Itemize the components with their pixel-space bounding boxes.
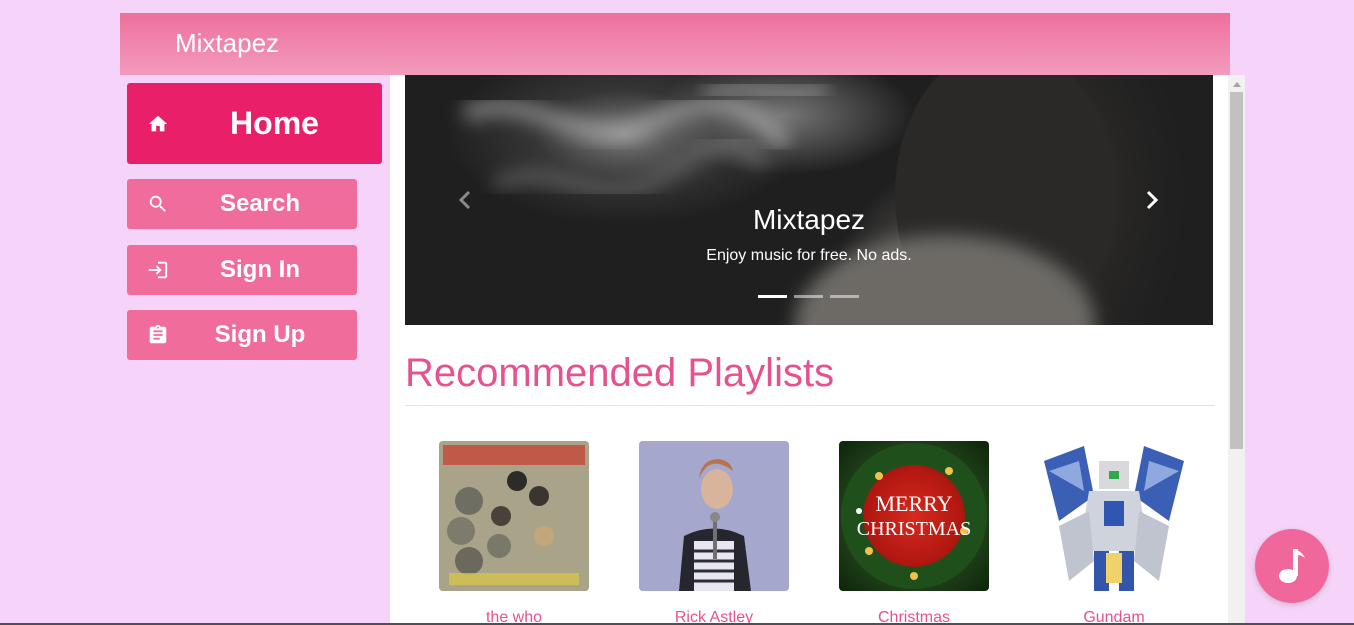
hero-carousel: Mixtapez Enjoy music for free. No ads. — [405, 75, 1213, 325]
playlist-cover-image — [439, 441, 589, 591]
carousel-indicators — [758, 295, 859, 298]
carousel-indicator[interactable] — [794, 295, 823, 298]
playlist-cover-image — [639, 441, 789, 591]
sidebar-item-label: Search — [219, 190, 301, 217]
sidebar-item-sign-in[interactable]: Sign In — [127, 245, 357, 295]
sidebar-item-label: Home — [230, 105, 319, 141]
playlist-card[interactable]: the who — [439, 441, 589, 625]
sidebar-item-home[interactable]: Home — [127, 83, 382, 164]
playlist-cover-image: MERRY CHRISTMAS — [839, 441, 989, 591]
brand-logo[interactable]: Mixtapez — [175, 28, 279, 59]
section-title: Recommended Playlists — [405, 351, 835, 395]
scrollbar-thumb[interactable] — [1230, 92, 1243, 449]
sidebar-item-label: Sign Up — [214, 321, 306, 348]
sidebar-item-sign-up[interactable]: Sign Up — [127, 310, 357, 360]
carousel-background-image — [460, 75, 1115, 325]
svg-text:MERRY: MERRY — [875, 491, 952, 516]
carousel-title: Mixtapez — [752, 204, 866, 235]
top-navbar: Mixtapez — [120, 13, 1230, 75]
carousel-indicator[interactable] — [758, 295, 787, 298]
divider — [405, 405, 1215, 406]
playlist-card[interactable]: Gundam — [1039, 441, 1189, 625]
main-scrollbar[interactable] — [1228, 75, 1245, 625]
main-content: Mixtapez Enjoy music for free. No ads. R… — [390, 75, 1228, 625]
sidebar-item-search[interactable]: Search — [127, 179, 357, 229]
playlist-card[interactable]: Rick Astley — [639, 441, 789, 625]
music-player-button[interactable] — [1255, 529, 1329, 603]
music-note-icon — [1279, 549, 1305, 583]
scroll-up-button[interactable] — [1228, 75, 1245, 92]
sidebar: Home Search Sign In Sign Up — [120, 75, 390, 625]
playlist-card[interactable]: MERRY CHRISTMAS Christmas — [839, 441, 989, 625]
sidebar-item-label: Sign In — [220, 256, 300, 283]
carousel-indicator[interactable] — [830, 295, 859, 298]
carousel-subtitle: Enjoy music for free. No ads. — [706, 247, 912, 264]
svg-text:CHRISTMAS: CHRISTMAS — [857, 518, 971, 540]
playlist-cover-image — [1039, 441, 1189, 591]
caret-up-icon — [1232, 81, 1241, 87]
